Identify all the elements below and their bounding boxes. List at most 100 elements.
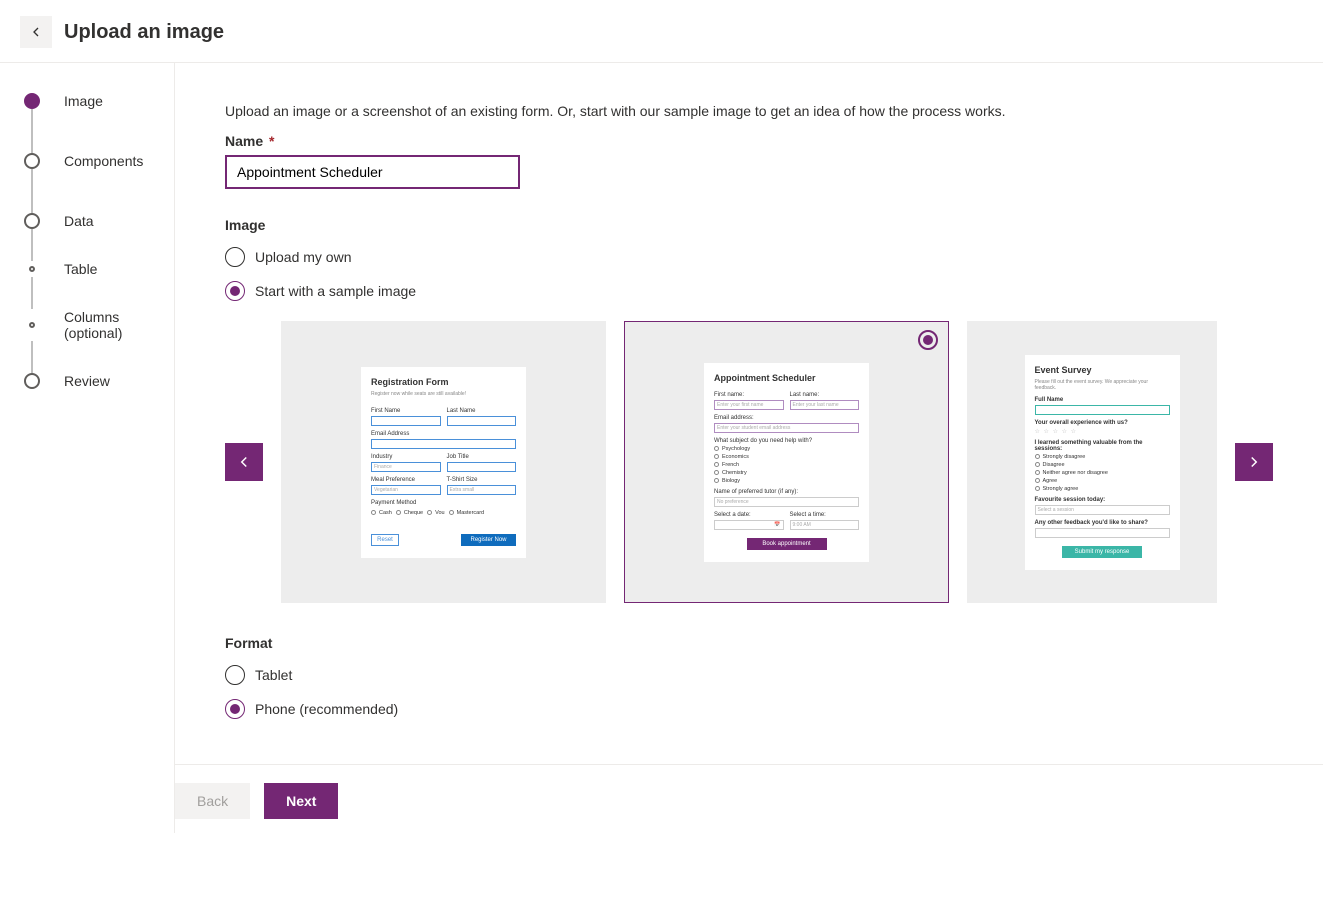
preview-option: Cash xyxy=(379,510,392,516)
preview-option: Mastercard xyxy=(457,510,485,516)
name-label-text: Name xyxy=(225,133,263,149)
back-icon-button[interactable] xyxy=(20,16,52,48)
sample-carousel: Registration Form Register now while sea… xyxy=(225,321,1273,603)
sample-preview: Appointment Scheduler First name: Enter y… xyxy=(704,363,869,562)
radio-label: Start with a sample image xyxy=(255,283,416,299)
step-review[interactable]: Review xyxy=(24,373,150,389)
preview-label: First Name xyxy=(371,408,441,414)
footer-divider xyxy=(175,764,1323,765)
preview-option: Psychology xyxy=(722,446,750,452)
preview-button: Book appointment xyxy=(747,538,827,550)
step-table[interactable]: Table xyxy=(24,261,150,277)
radio-format-tablet[interactable]: Tablet xyxy=(225,665,1273,685)
preview-label: Email Address xyxy=(371,431,516,437)
carousel-next-button[interactable] xyxy=(1235,443,1273,481)
required-indicator: * xyxy=(269,133,274,149)
preview-title: Registration Form xyxy=(371,377,516,387)
preview-button: Reset xyxy=(371,534,399,546)
preview-button: Submit my response xyxy=(1062,546,1142,558)
preview-button: Register Now xyxy=(461,534,516,546)
radio-label: Tablet xyxy=(255,667,292,683)
radio-icon xyxy=(225,247,245,267)
back-button[interactable]: Back xyxy=(175,783,250,819)
step-dot-icon xyxy=(24,213,40,229)
preview-label: I learned something valuable from the se… xyxy=(1035,440,1170,452)
preview-option: Strongly disagree xyxy=(1043,454,1086,460)
sample-card-registration[interactable]: Registration Form Register now while sea… xyxy=(281,321,606,603)
preview-placeholder: 9:00 AM xyxy=(790,520,860,530)
preview-subtitle: Please fill out the event survey. We app… xyxy=(1035,379,1170,391)
preview-option: Neither agree nor disagree xyxy=(1043,470,1108,476)
radio-format-phone[interactable]: Phone (recommended) xyxy=(225,699,1273,719)
intro-text: Upload an image or a screenshot of an ex… xyxy=(225,103,1273,119)
step-connector xyxy=(31,169,33,213)
preview-label: First name: xyxy=(714,392,784,398)
preview-option: Vou xyxy=(435,510,444,516)
preview-option: Disagree xyxy=(1043,462,1065,468)
image-section-heading: Image xyxy=(225,217,1273,233)
preview-option: Strongly agree xyxy=(1043,486,1079,492)
step-label: Data xyxy=(64,213,94,229)
preview-option: French xyxy=(722,462,739,468)
step-components[interactable]: Components xyxy=(24,153,150,169)
next-button[interactable]: Next xyxy=(264,783,338,819)
preview-label: Any other feedback you'd like to share? xyxy=(1035,520,1170,526)
preview-label: What subject do you need help with? xyxy=(714,438,859,444)
preview-value: Vegetarian xyxy=(371,485,441,495)
step-connector xyxy=(31,229,33,261)
step-dot-icon xyxy=(29,266,35,272)
sample-card-appointment[interactable]: Appointment Scheduler First name: Enter y… xyxy=(624,321,949,603)
step-columns[interactable]: Columns (optional) xyxy=(24,309,150,341)
step-dot-icon xyxy=(24,373,40,389)
arrow-left-icon xyxy=(28,24,44,40)
name-label: Name * xyxy=(225,133,1273,149)
step-data[interactable]: Data xyxy=(24,213,150,229)
chevron-right-icon xyxy=(1245,453,1263,471)
preview-placeholder: Select a session xyxy=(1035,505,1170,515)
radio-upload-own[interactable]: Upload my own xyxy=(225,247,1273,267)
chevron-left-icon xyxy=(235,453,253,471)
step-image[interactable]: Image xyxy=(24,93,150,109)
preview-label: Last Name xyxy=(447,408,517,414)
radio-sample-image[interactable]: Start with a sample image xyxy=(225,281,1273,301)
wizard-sidebar: Image Components Data Table Columns (opt… xyxy=(0,63,175,833)
sample-preview: Registration Form Register now while sea… xyxy=(361,367,526,558)
step-label: Columns (optional) xyxy=(64,309,150,341)
carousel-prev-button[interactable] xyxy=(225,443,263,481)
preview-label: Meal Preference xyxy=(371,477,441,483)
step-connector xyxy=(31,341,33,373)
preview-option: Chemistry xyxy=(722,470,747,476)
preview-label: T-Shirt Size xyxy=(447,477,517,483)
step-dot-icon xyxy=(24,93,40,109)
page-header: Upload an image xyxy=(0,0,1323,63)
preview-label: Your overall experience with us? xyxy=(1035,420,1170,426)
radio-icon xyxy=(225,281,245,301)
preview-placeholder: Enter your student email address xyxy=(714,423,859,433)
preview-label: Last name: xyxy=(790,392,860,398)
radio-icon xyxy=(225,665,245,685)
preview-option: Agree xyxy=(1043,478,1058,484)
preview-value: Extra small xyxy=(447,485,517,495)
preview-option: Biology xyxy=(722,478,740,484)
preview-label: Name of preferred tutor (if any): xyxy=(714,489,859,495)
step-connector xyxy=(31,109,33,153)
page-title: Upload an image xyxy=(64,21,224,44)
preview-label: Email address: xyxy=(714,415,859,421)
preview-option: Economics xyxy=(722,454,749,460)
sample-preview: Event Survey Please fill out the event s… xyxy=(1025,355,1180,570)
radio-label: Phone (recommended) xyxy=(255,701,398,717)
sample-card-survey[interactable]: Event Survey Please fill out the event s… xyxy=(967,321,1217,603)
name-input[interactable] xyxy=(225,155,520,189)
preview-placeholder: Enter your first name xyxy=(714,400,784,410)
preview-label: Select a date: xyxy=(714,512,784,518)
preview-title: Appointment Scheduler xyxy=(714,373,859,383)
step-dot-icon xyxy=(24,153,40,169)
preview-value: Finance xyxy=(371,462,441,472)
step-label: Image xyxy=(64,93,103,109)
step-connector xyxy=(31,277,33,309)
preview-placeholder: Enter your last name xyxy=(790,400,860,410)
star-rating-icon: ☆ ☆ ☆ ☆ ☆ xyxy=(1035,428,1170,435)
step-label: Components xyxy=(64,153,143,169)
selected-indicator-icon xyxy=(918,330,938,350)
preview-label: Full Name xyxy=(1035,397,1170,403)
